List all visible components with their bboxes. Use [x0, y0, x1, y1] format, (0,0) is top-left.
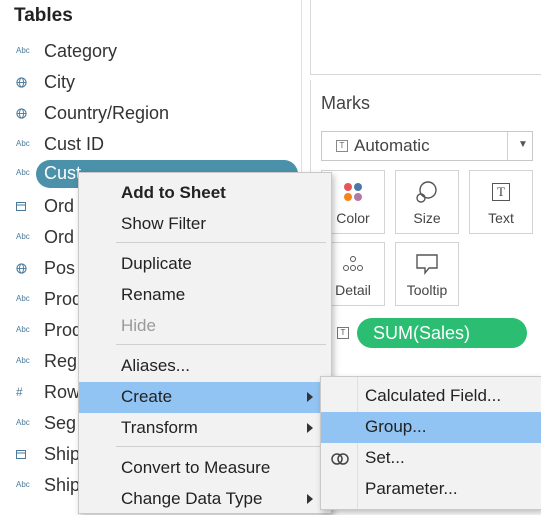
abc-icon: Abc	[16, 139, 30, 148]
size-icon	[396, 180, 458, 204]
tooltip-label: Tooltip	[406, 282, 448, 298]
text-mark-icon: T	[337, 327, 349, 339]
submenu-label: Calculated Field...	[365, 386, 502, 405]
field-city[interactable]: City	[0, 69, 300, 97]
menu-duplicate[interactable]: Duplicate	[79, 249, 331, 280]
globe-icon	[16, 77, 38, 88]
field-label: Ord	[44, 196, 75, 216]
text-icon: T	[470, 180, 532, 204]
abc-icon: Abc	[16, 356, 30, 365]
set-icon	[331, 451, 349, 472]
field-cust-id[interactable]: Abc Cust ID	[0, 131, 300, 159]
submenu-label: Group...	[365, 417, 427, 436]
chevron-right-icon	[307, 392, 313, 402]
abc-icon: Abc	[16, 480, 30, 489]
abc-icon: Abc	[16, 294, 30, 303]
create-submenu: Calculated Field... Group... Set... Para…	[320, 376, 541, 510]
menu-show-filter[interactable]: Show Filter	[79, 209, 331, 240]
menu-hide: Hide	[79, 311, 331, 342]
marks-title: Marks	[321, 93, 370, 113]
calendar-icon	[16, 201, 38, 211]
menu-separator	[116, 446, 326, 447]
mark-type-icon: T	[336, 140, 348, 152]
pill-label: SUM(Sales)	[373, 323, 471, 343]
field-label: Prod	[44, 289, 83, 309]
tables-title: Tables	[14, 5, 73, 26]
chevron-right-icon	[307, 423, 313, 433]
submenu-set[interactable]: Set...	[321, 443, 541, 474]
size-button[interactable]: Size	[395, 170, 459, 234]
globe-icon	[16, 263, 38, 274]
mark-type-dropdown[interactable]: T Automatic ▼	[321, 131, 533, 161]
menu-change-data-type[interactable]: Change Data Type	[79, 484, 331, 515]
menu-label: Show Filter	[121, 214, 207, 233]
menu-label: Rename	[121, 285, 186, 304]
menu-label: Aliases...	[121, 356, 190, 375]
menu-transform[interactable]: Transform	[79, 413, 331, 444]
submenu-group[interactable]: Group...	[321, 412, 541, 443]
sum-sales-pill[interactable]: SUM(Sales)	[357, 318, 527, 348]
menu-label: Convert to Measure	[121, 458, 271, 477]
mark-type-label: Automatic	[354, 136, 430, 155]
submenu-calculated-field[interactable]: Calculated Field...	[321, 381, 541, 412]
menu-add-to-sheet[interactable]: Add to Sheet	[79, 178, 331, 209]
abc-icon: Abc	[16, 325, 30, 334]
field-label: Reg	[44, 351, 78, 371]
menu-label: Hide	[121, 316, 156, 335]
menu-separator	[116, 242, 326, 243]
menu-aliases[interactable]: Aliases...	[79, 351, 331, 382]
menu-convert-to-measure[interactable]: Convert to Measure	[79, 453, 331, 484]
menu-label: Duplicate	[121, 254, 192, 273]
context-menu: Add to Sheet Show Filter Duplicate Renam…	[78, 172, 332, 514]
dropdown-divider	[507, 132, 508, 160]
field-label: Ship	[44, 444, 81, 464]
menu-rename[interactable]: Rename	[79, 280, 331, 311]
field-label: Pos	[44, 258, 76, 278]
field-label: Cust ID	[44, 134, 105, 154]
menu-label: Add to Sheet	[121, 183, 226, 202]
submenu-label: Parameter...	[365, 479, 458, 498]
hash-icon: #	[16, 385, 23, 399]
field-label: City	[44, 72, 75, 92]
text-label: Text	[488, 210, 514, 226]
tooltip-button[interactable]: Tooltip	[395, 242, 459, 306]
submenu-label: Set...	[365, 448, 405, 467]
field-label: Row	[44, 382, 81, 402]
field-label: Prod	[44, 320, 83, 340]
submenu-parameter[interactable]: Parameter...	[321, 474, 541, 505]
abc-icon: Abc	[16, 168, 30, 177]
calendar-icon	[16, 449, 38, 459]
field-category[interactable]: Abc Category	[0, 38, 300, 66]
globe-icon	[16, 108, 38, 119]
chevron-down-icon[interactable]: ▼	[518, 139, 528, 150]
menu-label: Transform	[121, 418, 198, 437]
abc-icon: Abc	[16, 232, 30, 241]
size-label: Size	[413, 210, 441, 226]
menu-label: Change Data Type	[121, 489, 263, 508]
field-label: Category	[44, 41, 118, 61]
tooltip-icon	[396, 252, 458, 276]
field-country-region[interactable]: Country/Region	[0, 100, 300, 128]
field-label: Seg	[44, 413, 77, 433]
menu-create[interactable]: Create	[79, 382, 331, 413]
abc-icon: Abc	[16, 46, 30, 55]
filters-pane[interactable]	[310, 0, 541, 75]
marks-field-row: T SUM(Sales)	[321, 318, 541, 348]
menu-separator	[116, 344, 326, 345]
field-label: Ship	[44, 475, 81, 495]
field-label: Country/Region	[44, 103, 170, 123]
field-label: Ord	[44, 227, 75, 247]
menu-label: Create	[121, 387, 173, 406]
field-label: Cust	[44, 163, 82, 183]
abc-icon: Abc	[16, 418, 30, 427]
text-button[interactable]: T Text	[469, 170, 533, 234]
chevron-right-icon	[307, 494, 313, 504]
